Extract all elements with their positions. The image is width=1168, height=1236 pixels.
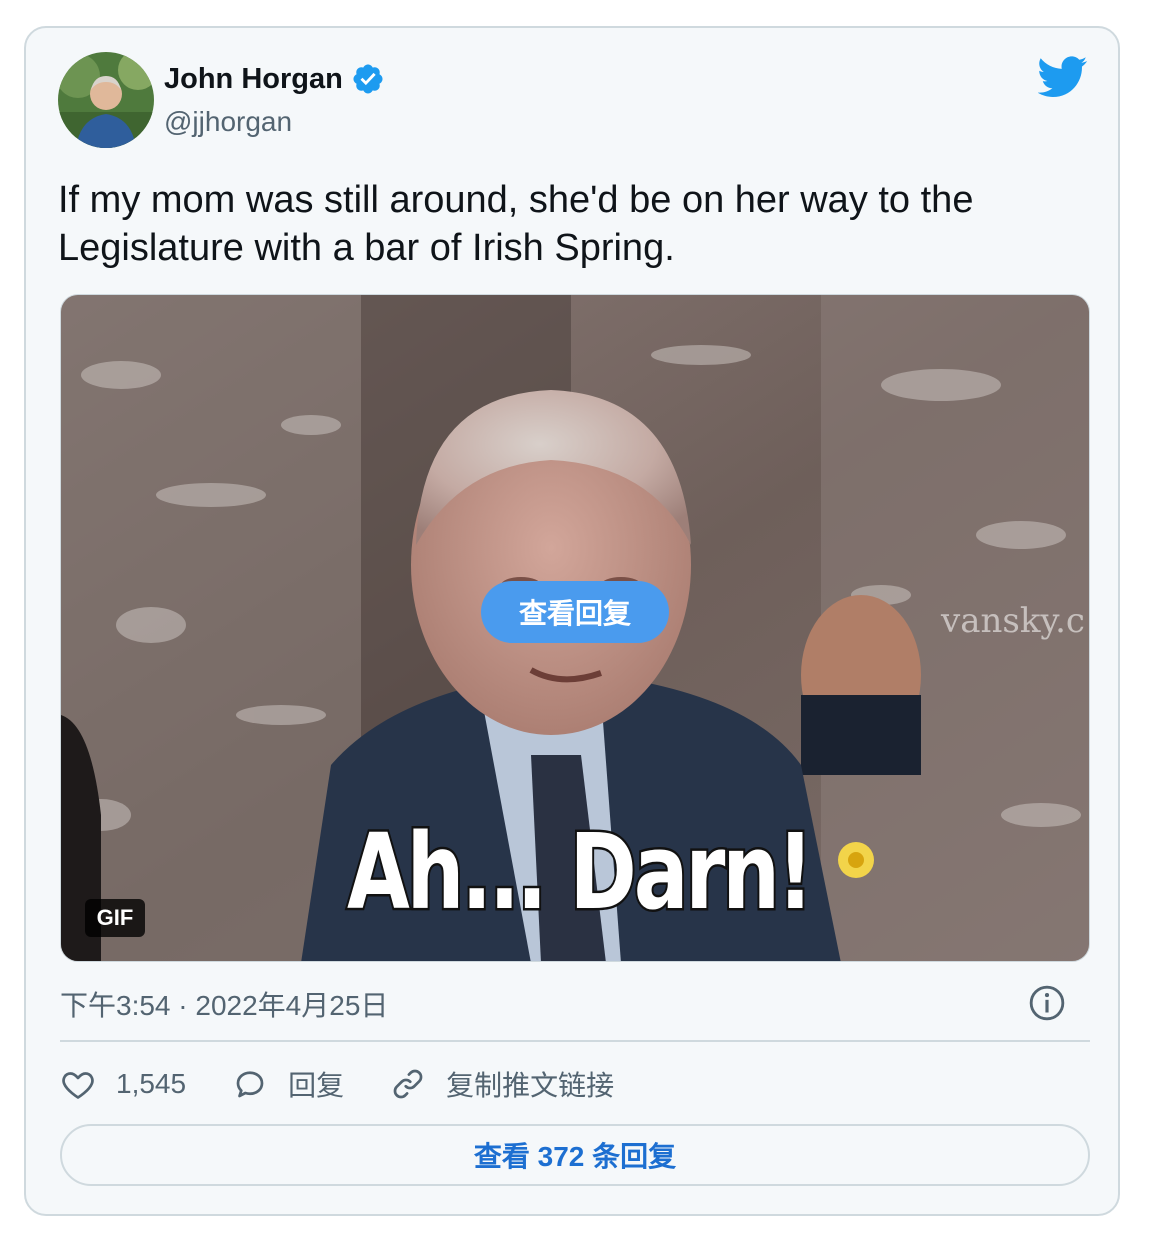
gif-caption: Ah... Darn! — [345, 809, 816, 936]
tweet-text: If my mom was still around, she'd be on … — [58, 179, 974, 269]
watermark: vansky.c — [941, 601, 1085, 641]
reply-button[interactable]: 回复 — [232, 1064, 344, 1104]
speech-bubble-icon — [236, 1071, 264, 1098]
copy-link-button[interactable]: 复制推文链接 — [390, 1064, 614, 1104]
author-row: John Horgan — [164, 62, 385, 96]
twitter-bird-icon[interactable] — [1038, 56, 1088, 98]
link-icon — [393, 1069, 423, 1099]
avatar[interactable] — [58, 52, 154, 148]
like-button[interactable]: 1,545 — [60, 1066, 186, 1102]
verified-badge-icon — [353, 64, 383, 94]
copy-link-label: 复制推文链接 — [446, 1070, 615, 1101]
author-handle[interactable]: @jjhorgan — [164, 106, 292, 138]
divider — [60, 1040, 1090, 1042]
tweet-timestamp[interactable]: 下午3:54 · 2022年4月25日 — [60, 984, 388, 1024]
heart-icon — [62, 1072, 94, 1099]
action-bar: 1,545 回复 复制推文链接 — [60, 1062, 660, 1106]
view-replies-button[interactable]: 查看 372 条回复 — [60, 1124, 1090, 1186]
info-icon[interactable] — [1028, 984, 1066, 1022]
gif-media[interactable]: Ah... Darn! GIF 查看回复 vansky.c — [60, 294, 1090, 962]
tweet-card: John Horgan @jjhorgan If my mom was stil… — [24, 26, 1120, 1216]
author-name[interactable]: John Horgan — [164, 63, 343, 96]
gif-badge: GIF — [85, 899, 145, 937]
like-count: 1,545 — [116, 1068, 187, 1099]
view-replies-overlay-button[interactable]: 查看回复 — [481, 581, 669, 643]
reply-label: 回复 — [288, 1070, 345, 1101]
